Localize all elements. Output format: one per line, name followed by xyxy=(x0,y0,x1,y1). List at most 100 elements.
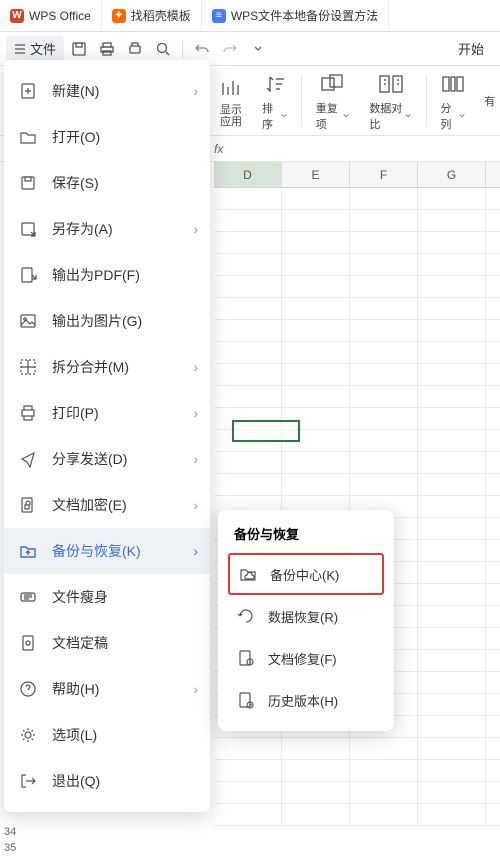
undo-button[interactable] xyxy=(189,36,215,62)
chevron-right-icon: › xyxy=(193,451,198,467)
sheet-rows[interactable] xyxy=(214,188,500,828)
menu-file-slim[interactable]: 文件瘦身 xyxy=(4,574,210,620)
menu-help[interactable]: 帮助(H) › xyxy=(4,666,210,712)
submenu-label: 数据恢复(R) xyxy=(268,607,338,626)
submenu-label: 备份中心(K) xyxy=(270,565,339,584)
ribbon-more[interactable]: 有 xyxy=(479,93,500,109)
ribbon-display[interactable]: 显示应用 xyxy=(214,74,248,128)
wps-logo-icon: W xyxy=(10,9,24,23)
sort-icon xyxy=(264,73,286,95)
menu-label: 退出(Q) xyxy=(52,771,100,791)
col-header[interactable]: F xyxy=(350,162,418,187)
menu-label: 文件瘦身 xyxy=(52,587,108,607)
col-header[interactable]: E xyxy=(282,162,350,187)
chevron-right-icon: › xyxy=(193,543,198,559)
save-icon xyxy=(18,174,38,192)
undo-icon xyxy=(194,41,210,57)
submenu-label: 历史版本(H) xyxy=(268,691,338,710)
ribbon-tab-start[interactable]: 开始 xyxy=(448,39,494,58)
tab-label: 找稻壳模板 xyxy=(131,7,191,24)
pin-icon xyxy=(18,634,38,652)
file-menu-button[interactable]: 文件 xyxy=(6,36,64,62)
ribbon-label: 有 xyxy=(484,93,495,109)
docer-icon: ✦ xyxy=(112,9,126,23)
tab-wps-office[interactable]: W WPS Office xyxy=(0,0,102,31)
preview-button[interactable] xyxy=(150,36,176,62)
menu-new[interactable]: 新建(N) › xyxy=(4,68,210,114)
col-header[interactable]: G xyxy=(418,162,486,187)
menu-open[interactable]: 打开(O) xyxy=(4,114,210,160)
ribbon-label: 重复项 xyxy=(316,100,341,132)
toolbar-more[interactable] xyxy=(245,36,271,62)
spreadsheet-grid[interactable]: D E F G xyxy=(214,162,500,856)
submenu-history[interactable]: 历史版本(H) xyxy=(228,679,384,721)
chevron-right-icon: › xyxy=(193,681,198,697)
redo-button[interactable] xyxy=(217,36,243,62)
menu-label: 输出为PDF(F) xyxy=(52,265,140,285)
backup-submenu: 备份与恢复 备份中心(K) 数据恢复(R) 文档修复(F) 历史版本(H) xyxy=(218,510,394,731)
new-icon xyxy=(18,82,38,100)
menu-export-pdf[interactable]: 输出为PDF(F) xyxy=(4,252,210,298)
fx-label: fx xyxy=(214,142,223,156)
slim-icon xyxy=(18,588,38,606)
pdf-icon xyxy=(18,266,38,284)
ribbon-label: 分列 xyxy=(440,100,457,132)
tab-document[interactable]: ≡ WPS文件本地备份设置方法 xyxy=(202,0,389,31)
ribbon-compare[interactable]: 数据对比 xyxy=(363,70,417,132)
menu-label: 新建(N) xyxy=(52,81,99,101)
print-icon xyxy=(18,404,38,422)
menu-label: 文档定稿 xyxy=(52,633,108,653)
doc-icon: ≡ xyxy=(212,9,226,23)
save-button[interactable] xyxy=(66,36,92,62)
menu-encrypt[interactable]: 文档加密(E) › xyxy=(4,482,210,528)
exit-icon xyxy=(18,772,38,790)
tab-label: WPS Office xyxy=(29,9,91,23)
ribbon-label: 应用 xyxy=(220,116,242,128)
menu-export-image[interactable]: 输出为图片(G) xyxy=(4,298,210,344)
ribbon-duplicates[interactable]: 重复项 xyxy=(310,70,356,132)
menu-save[interactable]: 保存(S) xyxy=(4,160,210,206)
print-button[interactable] xyxy=(94,36,120,62)
menu-save-as[interactable]: 另存为(A) › xyxy=(4,206,210,252)
history-icon xyxy=(236,691,256,709)
submenu-data-recover[interactable]: 数据恢复(R) xyxy=(228,595,384,637)
menu-print[interactable]: 打印(P) › xyxy=(4,390,210,436)
chevron-down-icon xyxy=(405,112,411,120)
folder-icon xyxy=(18,128,38,146)
menu-label: 分享发送(D) xyxy=(52,449,127,469)
submenu-title: 备份与恢复 xyxy=(234,524,378,543)
menu-split-merge[interactable]: 拆分合并(M) › xyxy=(4,344,210,390)
hamburger-icon xyxy=(14,43,26,55)
ribbon-text-to-columns[interactable]: 分列 xyxy=(434,70,471,132)
menu-pin-doc[interactable]: 文档定稿 xyxy=(4,620,210,666)
tab-docer-templates[interactable]: ✦ 找稻壳模板 xyxy=(102,0,202,31)
ribbon-sort[interactable]: 排序 xyxy=(256,70,293,132)
compare-icon xyxy=(378,73,404,95)
help-icon xyxy=(18,680,38,698)
window-tabbar: W WPS Office ✦ 找稻壳模板 ≡ WPS文件本地备份设置方法 xyxy=(0,0,500,32)
ribbon-label: 显示 xyxy=(220,104,242,116)
print-icon xyxy=(99,41,115,57)
chevron-right-icon: › xyxy=(193,359,198,375)
menu-exit[interactable]: 退出(Q) xyxy=(4,758,210,804)
repair-icon xyxy=(236,649,256,667)
menu-label: 打开(O) xyxy=(52,127,100,147)
submenu-doc-repair[interactable]: 文档修复(F) xyxy=(228,637,384,679)
menu-label: 输出为图片(G) xyxy=(52,311,142,331)
menu-share[interactable]: 分享发送(D) › xyxy=(4,436,210,482)
menu-label: 打印(P) xyxy=(52,403,99,423)
chevron-right-icon: › xyxy=(193,221,198,237)
duplicates-icon xyxy=(320,73,346,95)
chevron-down-icon xyxy=(459,112,465,120)
menu-label: 文档加密(E) xyxy=(52,495,127,515)
redo-icon xyxy=(222,41,238,57)
gear-icon xyxy=(18,726,38,744)
col-header[interactable]: D xyxy=(214,162,282,187)
print-preview-button[interactable] xyxy=(122,36,148,62)
submenu-backup-center[interactable]: 备份中心(K) xyxy=(228,553,384,595)
menu-options[interactable]: 选项(L) xyxy=(4,712,210,758)
magnify-icon xyxy=(155,41,171,57)
row-number[interactable]: 3435 xyxy=(0,824,20,856)
menu-backup-restore[interactable]: 备份与恢复(K) › xyxy=(4,528,210,574)
menu-label: 备份与恢复(K) xyxy=(52,541,141,561)
